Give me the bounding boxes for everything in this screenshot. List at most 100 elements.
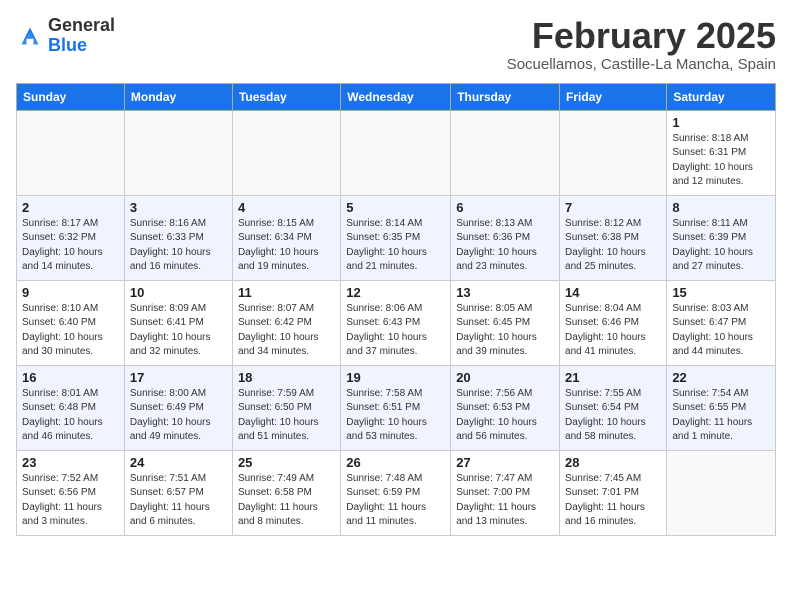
weekday-header-saturday: Saturday xyxy=(667,83,776,110)
day-info: Sunrise: 7:48 AMSunset: 6:59 PMDaylight:… xyxy=(346,472,445,530)
day-info: Sunrise: 8:09 AMSunset: 6:41 PMDaylight:… xyxy=(130,302,227,360)
calendar-cell: 15 Sunrise: 8:03 AMSunset: 6:47 PMDayligh… xyxy=(667,280,776,365)
day-info: Sunrise: 8:11 AMSunset: 6:39 PMDaylight:… xyxy=(672,217,770,275)
day-info: Sunrise: 8:13 AMSunset: 6:36 PMDaylight:… xyxy=(456,217,554,275)
day-number: 13 xyxy=(456,285,554,300)
calendar-week-row: 23 Sunrise: 7:52 AMSunset: 6:56 PMDayligh… xyxy=(17,450,776,535)
weekday-header-wednesday: Wednesday xyxy=(341,83,451,110)
calendar-cell: 26 Sunrise: 7:48 AMSunset: 6:59 PMDayligh… xyxy=(341,450,451,535)
day-number: 6 xyxy=(456,200,554,215)
calendar-cell: 13 Sunrise: 8:05 AMSunset: 6:45 PMDayligh… xyxy=(451,280,560,365)
calendar-cell xyxy=(17,110,125,195)
day-number: 10 xyxy=(130,285,227,300)
day-info: Sunrise: 7:54 AMSunset: 6:55 PMDaylight:… xyxy=(672,387,770,445)
calendar-week-row: 9 Sunrise: 8:10 AMSunset: 6:40 PMDaylight… xyxy=(17,280,776,365)
day-info: Sunrise: 8:03 AMSunset: 6:47 PMDaylight:… xyxy=(672,302,770,360)
calendar-cell: 22 Sunrise: 7:54 AMSunset: 6:55 PMDayligh… xyxy=(667,365,776,450)
day-number: 27 xyxy=(456,455,554,470)
day-number: 2 xyxy=(22,200,119,215)
logo: General Blue xyxy=(16,16,115,56)
calendar-cell xyxy=(124,110,232,195)
calendar-week-row: 1 Sunrise: 8:18 AMSunset: 6:31 PMDaylight… xyxy=(17,110,776,195)
calendar-cell xyxy=(667,450,776,535)
day-info: Sunrise: 8:17 AMSunset: 6:32 PMDaylight:… xyxy=(22,217,119,275)
calendar-cell: 10 Sunrise: 8:09 AMSunset: 6:41 PMDayligh… xyxy=(124,280,232,365)
day-info: Sunrise: 7:55 AMSunset: 6:54 PMDaylight:… xyxy=(565,387,661,445)
day-info: Sunrise: 8:07 AMSunset: 6:42 PMDaylight:… xyxy=(238,302,335,360)
day-info: Sunrise: 8:14 AMSunset: 6:35 PMDaylight:… xyxy=(346,217,445,275)
calendar-week-row: 2 Sunrise: 8:17 AMSunset: 6:32 PMDaylight… xyxy=(17,195,776,280)
day-info: Sunrise: 8:10 AMSunset: 6:40 PMDaylight:… xyxy=(22,302,119,360)
day-info: Sunrise: 8:01 AMSunset: 6:48 PMDaylight:… xyxy=(22,387,119,445)
calendar-cell: 5 Sunrise: 8:14 AMSunset: 6:35 PMDaylight… xyxy=(341,195,451,280)
day-info: Sunrise: 8:06 AMSunset: 6:43 PMDaylight:… xyxy=(346,302,445,360)
calendar-cell: 18 Sunrise: 7:59 AMSunset: 6:50 PMDayligh… xyxy=(232,365,340,450)
day-info: Sunrise: 7:58 AMSunset: 6:51 PMDaylight:… xyxy=(346,387,445,445)
calendar-cell: 17 Sunrise: 8:00 AMSunset: 6:49 PMDayligh… xyxy=(124,365,232,450)
calendar-cell: 21Sunrise: 7:55 AMSunset: 6:54 PMDayligh… xyxy=(560,365,667,450)
day-info: Sunrise: 7:47 AMSunset: 7:00 PMDaylight:… xyxy=(456,472,554,530)
day-info: Sunrise: 8:00 AMSunset: 6:49 PMDaylight:… xyxy=(130,387,227,445)
day-number: 15 xyxy=(672,285,770,300)
day-number: 26 xyxy=(346,455,445,470)
day-info: Sunrise: 7:59 AMSunset: 6:50 PMDaylight:… xyxy=(238,387,335,445)
calendar-cell: 12 Sunrise: 8:06 AMSunset: 6:43 PMDayligh… xyxy=(341,280,451,365)
day-number: 3 xyxy=(130,200,227,215)
location-subtitle: Socuellamos, Castille-La Mancha, Spain xyxy=(507,56,776,73)
calendar-cell: 3 Sunrise: 8:16 AMSunset: 6:33 PMDaylight… xyxy=(124,195,232,280)
day-number: 16 xyxy=(22,370,119,385)
logo-general-text: General xyxy=(48,16,115,36)
page-header: General Blue February 2025 Socuellamos, … xyxy=(16,16,776,73)
logo-text: General Blue xyxy=(48,16,115,56)
weekday-header-friday: Friday xyxy=(560,83,667,110)
day-info: Sunrise: 8:05 AMSunset: 6:45 PMDaylight:… xyxy=(456,302,554,360)
weekday-header-sunday: Sunday xyxy=(17,83,125,110)
calendar-cell xyxy=(560,110,667,195)
logo-icon xyxy=(16,22,44,50)
calendar-cell: 19 Sunrise: 7:58 AMSunset: 6:51 PMDayligh… xyxy=(341,365,451,450)
day-number: 4 xyxy=(238,200,335,215)
day-number: 9 xyxy=(22,285,119,300)
weekday-header-thursday: Thursday xyxy=(451,83,560,110)
day-number: 14 xyxy=(565,285,661,300)
calendar-cell: 11Sunrise: 8:07 AMSunset: 6:42 PMDayligh… xyxy=(232,280,340,365)
calendar-cell: 14Sunrise: 8:04 AMSunset: 6:46 PMDayligh… xyxy=(560,280,667,365)
calendar-table: SundayMondayTuesdayWednesdayThursdayFrid… xyxy=(16,83,776,536)
day-info: Sunrise: 7:56 AMSunset: 6:53 PMDaylight:… xyxy=(456,387,554,445)
weekday-header-tuesday: Tuesday xyxy=(232,83,340,110)
day-info: Sunrise: 7:52 AMSunset: 6:56 PMDaylight:… xyxy=(22,472,119,530)
day-number: 24 xyxy=(130,455,227,470)
day-info: Sunrise: 8:15 AMSunset: 6:34 PMDaylight:… xyxy=(238,217,335,275)
day-number: 19 xyxy=(346,370,445,385)
calendar-cell: 1 Sunrise: 8:18 AMSunset: 6:31 PMDaylight… xyxy=(667,110,776,195)
day-info: Sunrise: 8:18 AMSunset: 6:31 PMDaylight:… xyxy=(672,132,770,190)
calendar-cell: 28 Sunrise: 7:45 AMSunset: 7:01 PMDayligh… xyxy=(560,450,667,535)
day-number: 28 xyxy=(565,455,661,470)
day-number: 5 xyxy=(346,200,445,215)
calendar-cell: 2 Sunrise: 8:17 AMSunset: 6:32 PMDaylight… xyxy=(17,195,125,280)
calendar-cell: 25 Sunrise: 7:49 AMSunset: 6:58 PMDayligh… xyxy=(232,450,340,535)
day-info: Sunrise: 8:12 AMSunset: 6:38 PMDaylight:… xyxy=(565,217,661,275)
calendar-cell: 4 Sunrise: 8:15 AMSunset: 6:34 PMDaylight… xyxy=(232,195,340,280)
calendar-cell xyxy=(341,110,451,195)
calendar-cell xyxy=(451,110,560,195)
calendar-cell: 8Sunrise: 8:11 AMSunset: 6:39 PMDaylight… xyxy=(667,195,776,280)
day-number: 22 xyxy=(672,370,770,385)
day-number: 12 xyxy=(346,285,445,300)
calendar-cell xyxy=(232,110,340,195)
weekday-header-row: SundayMondayTuesdayWednesdayThursdayFrid… xyxy=(17,83,776,110)
day-number: 25 xyxy=(238,455,335,470)
calendar-cell: 9 Sunrise: 8:10 AMSunset: 6:40 PMDaylight… xyxy=(17,280,125,365)
day-info: Sunrise: 8:16 AMSunset: 6:33 PMDaylight:… xyxy=(130,217,227,275)
day-number: 18 xyxy=(238,370,335,385)
logo-blue-text: Blue xyxy=(48,36,115,56)
weekday-header-monday: Monday xyxy=(124,83,232,110)
calendar-week-row: 16 Sunrise: 8:01 AMSunset: 6:48 PMDayligh… xyxy=(17,365,776,450)
calendar-cell: 20Sunrise: 7:56 AMSunset: 6:53 PMDayligh… xyxy=(451,365,560,450)
day-number: 23 xyxy=(22,455,119,470)
day-info: Sunrise: 7:45 AMSunset: 7:01 PMDaylight:… xyxy=(565,472,661,530)
day-number: 1 xyxy=(672,115,770,130)
day-info: Sunrise: 7:49 AMSunset: 6:58 PMDaylight:… xyxy=(238,472,335,530)
day-number: 17 xyxy=(130,370,227,385)
calendar-cell: 24Sunrise: 7:51 AMSunset: 6:57 PMDayligh… xyxy=(124,450,232,535)
